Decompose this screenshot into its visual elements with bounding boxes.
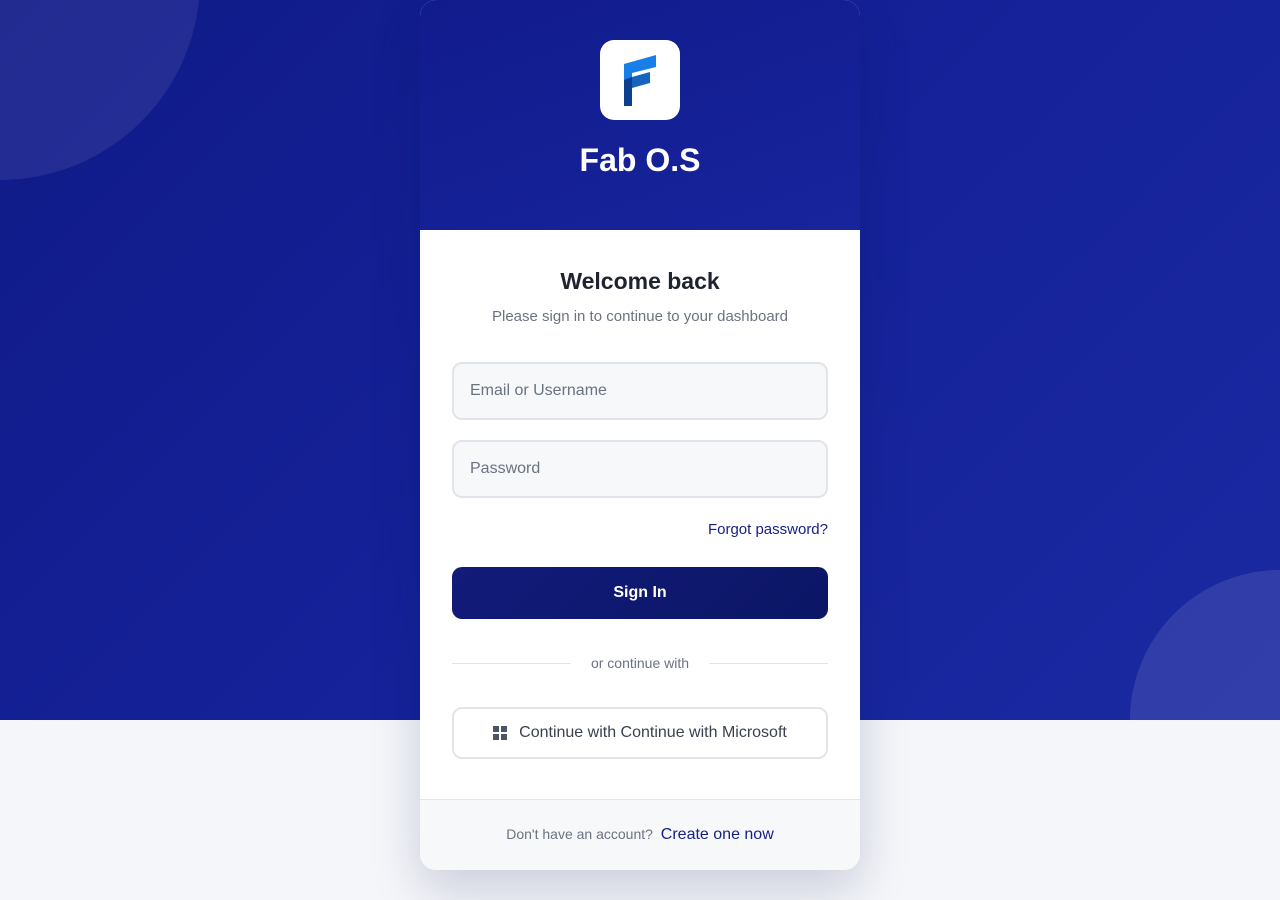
footer-text: Don't have an account? Create one now — [420, 826, 860, 844]
brand-title: Fab O.S — [579, 142, 701, 178]
card-footer: Don't have an account? Create one now — [420, 799, 860, 870]
divider-line-right — [709, 663, 828, 664]
forgot-password-link[interactable]: Forgot password? — [708, 521, 828, 538]
windows-icon — [493, 726, 508, 740]
microsoft-button-label: Continue with Continue with Microsoft — [519, 724, 787, 741]
signup-prompt: Don't have an account? — [506, 826, 653, 842]
logo-glyph — [624, 55, 656, 106]
card-header: Fab O.S — [420, 0, 860, 230]
welcome-heading: Welcome back — [560, 268, 720, 294]
create-account-link[interactable]: Create one now — [661, 826, 774, 843]
email-field[interactable] — [452, 362, 828, 420]
password-field[interactable] — [452, 440, 828, 498]
welcome-subtitle: Please sign in to continue to your dashb… — [491, 308, 789, 325]
login-card: Fab O.S Welcome back Please sign in to c… — [420, 0, 860, 870]
fab-os-logo-icon — [600, 40, 680, 120]
sign-in-button[interactable]: Sign In — [452, 567, 828, 619]
decorative-circle-top-left — [0, 0, 200, 180]
microsoft-signin-button[interactable]: Continue with Continue with Microsoft — [452, 707, 828, 759]
decorative-circle-bottom-right — [1130, 570, 1280, 720]
